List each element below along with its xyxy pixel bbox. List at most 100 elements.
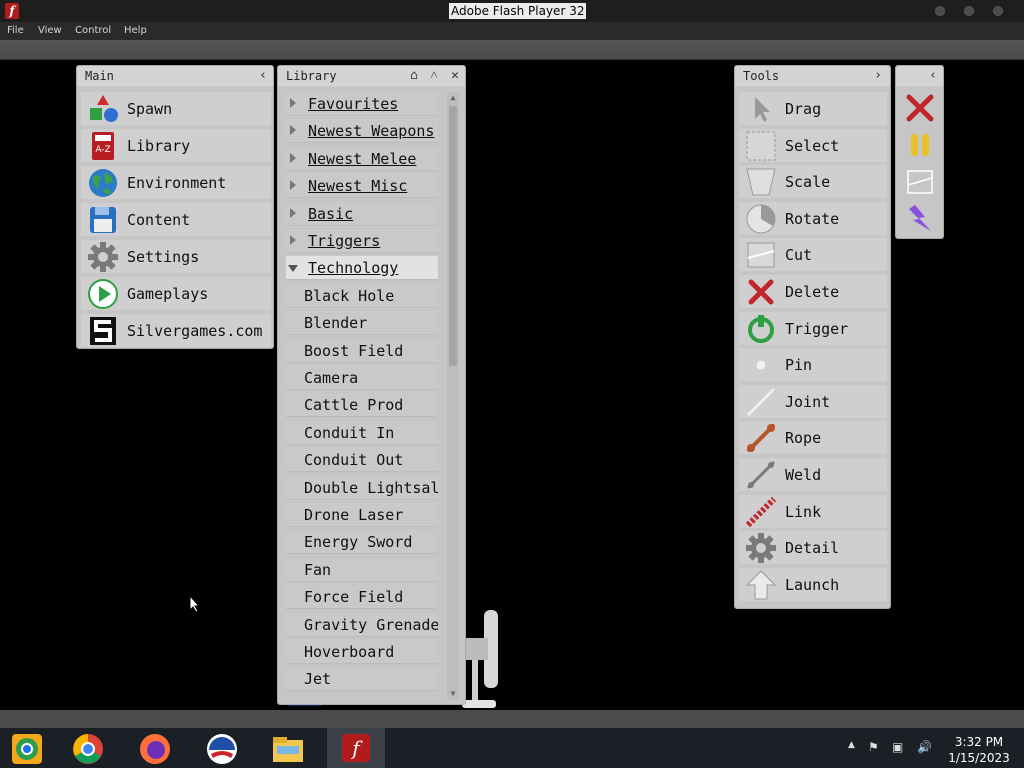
library-category-label: Favourites bbox=[308, 95, 399, 113]
main-item-library[interactable]: A-Z Library bbox=[81, 129, 271, 162]
library-item-label: Double Lightsal bbox=[304, 478, 438, 497]
tool-link[interactable]: Link bbox=[739, 494, 887, 528]
library-item[interactable]: Black Hole bbox=[286, 283, 438, 308]
cut-icon[interactable] bbox=[905, 167, 935, 197]
library-item[interactable]: Cattle Prod bbox=[286, 393, 438, 418]
main-panel: Main ‹ Spawn A-Z Library Environment Con… bbox=[76, 65, 274, 349]
library-item[interactable]: Conduit Out bbox=[286, 448, 438, 473]
main-item-content[interactable]: Content bbox=[81, 203, 271, 236]
tool-pin[interactable]: Pin bbox=[739, 348, 887, 382]
library-category-basic[interactable]: Basic bbox=[286, 201, 438, 226]
library-item[interactable]: Double Lightsal bbox=[286, 475, 438, 500]
collapse-chevron-left-icon[interactable]: ‹ bbox=[925, 68, 941, 84]
tool-launch[interactable]: Launch bbox=[739, 567, 887, 601]
library-item[interactable]: Jet bbox=[286, 667, 438, 692]
detail-gear-icon bbox=[746, 533, 776, 564]
home-icon[interactable]: ⌂ bbox=[406, 68, 422, 84]
lightning-icon[interactable] bbox=[905, 203, 935, 233]
obama-logo-app-icon[interactable] bbox=[205, 732, 239, 766]
tool-cut[interactable]: Cut bbox=[739, 238, 887, 272]
collapsed-triangle-icon bbox=[290, 98, 296, 108]
firefox-icon[interactable] bbox=[138, 732, 172, 766]
library-item[interactable]: Energy Sword bbox=[286, 530, 438, 555]
library-item-label: Energy Sword bbox=[304, 533, 413, 552]
main-item-label: Environment bbox=[127, 174, 227, 192]
chrome-icon[interactable] bbox=[71, 732, 105, 766]
svg-text:A-Z: A-Z bbox=[95, 145, 110, 155]
library-scrollbar[interactable]: ▲ ▼ bbox=[447, 92, 459, 700]
library-item[interactable]: Hoverboard bbox=[286, 640, 438, 664]
library-category-triggers[interactable]: Triggers bbox=[286, 229, 438, 253]
main-item-label: Library bbox=[127, 137, 191, 155]
main-panel-header: Main ‹ bbox=[77, 66, 273, 86]
menu-control[interactable]: Control bbox=[75, 25, 111, 36]
library-category-favourites[interactable]: Favourites bbox=[286, 92, 438, 116]
pause-icon[interactable] bbox=[905, 130, 935, 160]
flash-app-icon: f bbox=[5, 3, 19, 19]
taskbar-clock[interactable]: 3:32 PM 1/15/2023 bbox=[946, 734, 1012, 766]
rope-icon bbox=[747, 424, 775, 453]
main-item-spawn[interactable]: Spawn bbox=[81, 92, 271, 125]
collapse-up-icon[interactable]: ˄ bbox=[426, 68, 442, 84]
tool-scale[interactable]: Scale bbox=[739, 165, 887, 199]
library-item[interactable]: Boost Field bbox=[286, 338, 438, 363]
network-icon[interactable]: ▣ bbox=[892, 740, 903, 754]
file-explorer-icon[interactable] bbox=[271, 732, 305, 766]
tool-detail[interactable]: Detail bbox=[739, 531, 887, 565]
taskbar-active-flash[interactable]: f bbox=[327, 728, 385, 768]
tool-delete[interactable]: Delete bbox=[739, 275, 887, 308]
flash-toolbar-strip bbox=[0, 40, 1024, 60]
rotate-icon bbox=[746, 204, 776, 234]
library-item[interactable]: Fan bbox=[286, 557, 438, 582]
scroll-up-arrow-icon[interactable]: ▲ bbox=[447, 92, 459, 104]
library-category-label: Basic bbox=[308, 204, 354, 223]
minimize-button[interactable] bbox=[935, 6, 945, 16]
library-item[interactable]: Blender bbox=[286, 311, 438, 336]
tool-label: Trigger bbox=[785, 319, 849, 338]
trigger-icon bbox=[748, 314, 774, 343]
library-category-technology[interactable]: Technology bbox=[286, 256, 438, 281]
windows-taskbar: f ▲ ⚑ ▣ 🔊 bbox=[0, 728, 1024, 768]
menu-help[interactable]: Help bbox=[124, 25, 147, 36]
main-item-silvergames[interactable]: Silvergames.com bbox=[81, 314, 271, 347]
library-category-newest-melee[interactable]: Newest Melee bbox=[286, 146, 438, 171]
main-item-environment[interactable]: Environment bbox=[81, 166, 271, 199]
tools-panel-header: Tools › bbox=[735, 66, 890, 86]
action-center-flag-icon[interactable]: ⚑ bbox=[868, 740, 879, 754]
tray-expand-icon[interactable]: ▲ bbox=[848, 740, 855, 750]
tool-select[interactable]: Select bbox=[739, 128, 887, 162]
close-icon[interactable]: ✕ bbox=[447, 68, 463, 84]
maximize-button[interactable] bbox=[964, 6, 974, 16]
library-item[interactable]: Camera bbox=[286, 366, 438, 390]
menu-view[interactable]: View bbox=[38, 25, 62, 36]
library-item[interactable]: Drone Laser bbox=[286, 503, 438, 527]
chrome-canary-icon[interactable] bbox=[10, 732, 44, 766]
clear-x-icon[interactable] bbox=[905, 93, 935, 123]
tool-joint[interactable]: Joint bbox=[739, 384, 887, 418]
collapse-chevron-left-icon[interactable]: ‹ bbox=[255, 68, 271, 84]
menu-bar: File View Control Help bbox=[0, 22, 1024, 40]
tool-rope[interactable]: Rope bbox=[739, 421, 887, 455]
main-item-settings[interactable]: Settings bbox=[81, 240, 271, 273]
menu-file[interactable]: File bbox=[7, 25, 24, 36]
clock-time: 3:32 PM bbox=[954, 735, 1004, 749]
tools-panel: Tools › Drag Select Scale Rotate Cut Delete Tr… bbox=[734, 65, 891, 609]
collapse-chevron-right-icon[interactable]: › bbox=[870, 68, 886, 84]
library-item[interactable]: Force Field bbox=[286, 585, 438, 610]
tool-rotate[interactable]: Rotate bbox=[739, 201, 887, 235]
tool-drag[interactable]: Drag bbox=[739, 92, 887, 125]
scrollbar-thumb[interactable] bbox=[449, 106, 457, 366]
library-category-newest-weapons[interactable]: Newest Weapons bbox=[286, 119, 438, 144]
gear-icon bbox=[88, 242, 118, 272]
volume-icon[interactable]: 🔊 bbox=[917, 740, 932, 754]
tool-weld[interactable]: Weld bbox=[739, 458, 887, 491]
main-item-gameplays[interactable]: Gameplays bbox=[81, 277, 271, 310]
scroll-down-arrow-icon[interactable]: ▼ bbox=[447, 688, 459, 700]
library-item[interactable]: Conduit In bbox=[286, 420, 438, 445]
library-item[interactable]: Gravity Grenade bbox=[286, 612, 438, 637]
window-titlebar: f Adobe Flash Player 32 bbox=[0, 0, 1024, 22]
library-panel: Library ⌂ ˄ ✕ Favourites Newest Weapons Ne… bbox=[277, 65, 466, 705]
tool-trigger[interactable]: Trigger bbox=[739, 311, 887, 345]
library-category-newest-misc[interactable]: Newest Misc bbox=[286, 174, 438, 199]
close-button[interactable] bbox=[993, 6, 1003, 16]
